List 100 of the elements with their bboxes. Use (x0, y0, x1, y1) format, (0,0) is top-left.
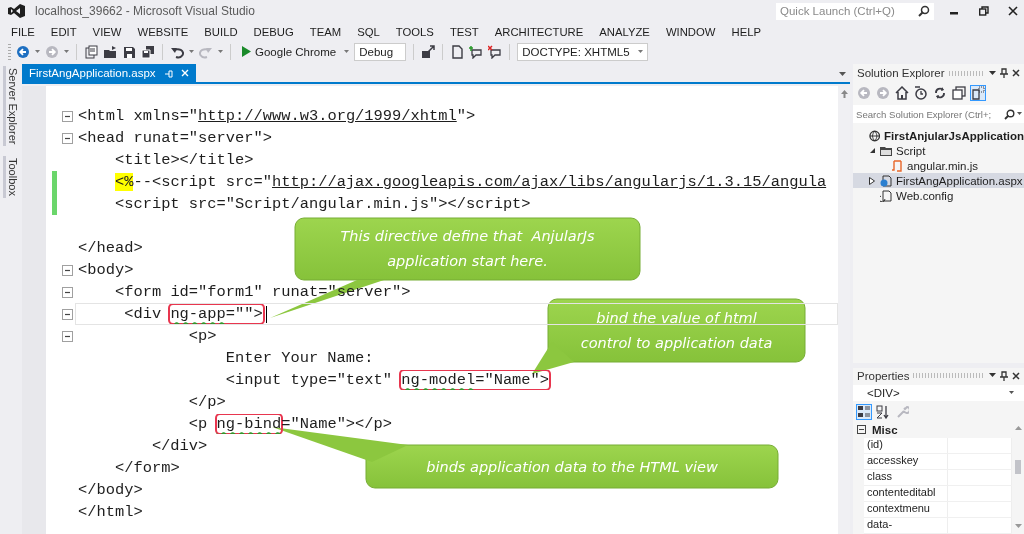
menu-item[interactable]: TEAM (301, 23, 350, 40)
menu-item[interactable]: BUILD (196, 23, 246, 40)
code-line: </div> (150, 436, 208, 456)
home-icon[interactable] (895, 86, 909, 100)
clock-icon[interactable] (914, 86, 928, 100)
annotation-box: ng-app=""> (170, 305, 263, 323)
collapse-icon[interactable] (61, 308, 73, 320)
menu-item[interactable]: ARCHITECTURE (486, 23, 592, 40)
menu-item[interactable]: VIEW (84, 23, 130, 40)
categorized-icon[interactable] (857, 405, 871, 420)
caret-icon[interactable] (1017, 112, 1022, 116)
doctype-dropdown[interactable]: DOCTYPE: XHTML5 (517, 42, 648, 61)
save-all-icon[interactable] (141, 44, 155, 59)
scrollbar-thumb[interactable] (1015, 460, 1021, 474)
sync-icon[interactable] (933, 86, 947, 100)
back-icon[interactable] (16, 44, 30, 59)
collapse-icon[interactable] (61, 110, 73, 122)
caret-icon[interactable] (344, 49, 350, 54)
collapse-icon[interactable] (857, 425, 866, 435)
collapse-icon[interactable] (61, 132, 73, 144)
scroll-down-icon[interactable] (1014, 524, 1022, 528)
globe-icon (868, 129, 881, 142)
close-icon[interactable] (1008, 6, 1018, 16)
page-icon[interactable] (450, 44, 465, 59)
dropdown-icon[interactable] (989, 70, 996, 76)
callout-text: bind the value of html control to application data (580, 308, 773, 353)
code-line: </head> (77, 238, 143, 258)
code-line: <body> (77, 260, 134, 280)
add-comment-icon[interactable] (469, 44, 484, 59)
search-icon[interactable] (918, 5, 930, 17)
scroll-up-icon[interactable] (840, 90, 848, 98)
collapsed-icon[interactable] (869, 176, 875, 185)
menu-item[interactable]: FILE (3, 23, 43, 40)
panel-title: Properties (857, 369, 910, 382)
pin-icon[interactable] (1000, 370, 1008, 381)
search-field[interactable]: Search Solution Explorer (Ctrl+; (853, 105, 1024, 123)
menu-item[interactable]: WINDOW (657, 23, 724, 40)
collapse-icon[interactable] (61, 330, 73, 342)
caret-icon[interactable] (189, 49, 194, 54)
caret-icon[interactable] (218, 49, 223, 54)
menu-item[interactable]: DEBUG (245, 23, 302, 40)
category-label: Misc (872, 424, 898, 436)
menu-item[interactable]: TEST (441, 23, 487, 40)
window-title: localhost_39662 - Microsoft Visual Studio (35, 4, 256, 18)
panel-title: Solution Explorer (857, 67, 945, 79)
search-icon[interactable] (1004, 108, 1015, 120)
dropdown-icon[interactable] (839, 72, 846, 77)
annotation-box: ng-bind (216, 415, 282, 433)
close-icon[interactable] (1012, 371, 1020, 380)
code-line: </form> (113, 458, 180, 478)
callout-text: binds application data to the HTML view (426, 457, 718, 477)
tree-item[interactable]: FirstAngApplication.aspx (853, 173, 1024, 188)
run-button[interactable]: Google Chrome (238, 45, 340, 58)
collapse-icon[interactable] (61, 286, 73, 298)
collapse-icon[interactable] (61, 264, 73, 276)
code-line: </body> (77, 480, 143, 500)
quick-launch-field[interactable]: Quick Launch (Ctrl+Q) (776, 2, 934, 20)
menu-item[interactable]: ANALYZE (591, 23, 658, 40)
tree-item[interactable]: Web.config (853, 188, 1024, 203)
show-all-files-icon[interactable] (971, 86, 985, 100)
caret-icon (637, 49, 643, 54)
code-line: Enter Your Name: (224, 348, 374, 368)
code-line: <head runat="server"> (77, 128, 272, 148)
annotation-box: ng-model="Name"> (401, 371, 550, 389)
object-dropdown[interactable]: <DIV> (853, 385, 1024, 401)
new-project-icon[interactable] (84, 44, 98, 59)
save-icon[interactable] (122, 44, 136, 59)
side-tab[interactable]: Server Explorer (3, 66, 19, 147)
configuration-dropdown[interactable]: Debug (354, 42, 407, 61)
tree-item[interactable]: angular.min.js (853, 158, 1024, 173)
dropdown-icon[interactable] (989, 373, 996, 378)
menu-item[interactable]: HELP (723, 23, 769, 40)
menu-item[interactable]: TOOLS (387, 23, 442, 40)
caret-icon (1009, 391, 1014, 395)
caret-icon[interactable] (64, 49, 69, 54)
menu-item[interactable]: WEBSITE (129, 23, 197, 40)
visual-studio-logo (8, 4, 25, 18)
open-folder-icon[interactable] (103, 44, 117, 59)
remove-comment-icon[interactable] (488, 44, 503, 59)
folder-icon (880, 144, 892, 157)
web-page-icon (880, 174, 892, 187)
caret-icon[interactable] (35, 49, 40, 54)
code-line: <p> (187, 326, 217, 346)
restore-icon[interactable] (979, 6, 989, 16)
code-line: <title></title> (113, 150, 254, 170)
tree-item[interactable]: FirstAnjularJsApplication (853, 128, 1024, 143)
sort-alphabetical-icon[interactable] (876, 405, 890, 420)
scroll-up-icon[interactable] (1014, 426, 1022, 430)
code-line: <script src="Script/angular.min.js"></script> (113, 194, 531, 214)
browser-link-icon[interactable] (421, 44, 436, 59)
menu-item[interactable]: EDIT (42, 23, 85, 40)
menu-item[interactable]: SQL (349, 23, 388, 40)
side-tab[interactable]: Toolbox (3, 156, 19, 199)
collapse-all-icon[interactable] (952, 86, 966, 100)
code-line: </p> (187, 392, 226, 412)
expanded-icon[interactable] (868, 147, 876, 154)
config-file-icon (880, 189, 892, 202)
pin-icon[interactable] (1000, 68, 1008, 78)
close-icon[interactable] (1012, 69, 1020, 77)
tree-item[interactable]: Script (853, 143, 1024, 158)
